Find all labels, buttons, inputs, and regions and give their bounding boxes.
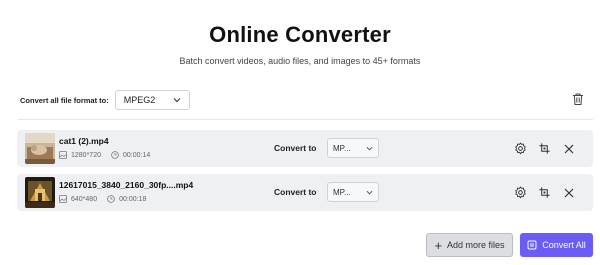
settings-icon[interactable] [514,186,527,199]
convert-icon [527,240,537,250]
file-thumbnail [25,133,55,164]
file-format-value: MP... [333,187,351,197]
file-meta: 640*480 00:00:18 [59,195,146,203]
resolution-icon [59,195,67,203]
resolution-icon [59,151,67,159]
file-format-select[interactable]: MP... [327,138,379,158]
clock-icon [111,151,119,159]
close-icon[interactable] [562,142,575,155]
convert-all-button[interactable]: Convert All [520,233,593,257]
format-select[interactable]: MPEG2 [114,90,191,110]
file-resolution: 640*480 [71,195,98,203]
chevron-down-icon [173,96,181,104]
chevron-down-icon [366,145,373,152]
format-bar-label: Convert all file format to: [20,95,109,105]
format-bar: Convert all file format to: MPEG2 [20,90,191,110]
file-row: cat1 (2).mp4 1280*720 00:00:14 Convert t… [17,130,593,167]
close-icon[interactable] [562,186,575,199]
settings-icon[interactable] [514,142,527,155]
trash-icon[interactable] [571,92,585,106]
page-title: Online Converter [209,22,391,47]
file-format-value: MP... [333,143,351,153]
page-subtitle: Batch convert videos, audio files, and i… [179,56,421,66]
file-resolution: 1280*720 [71,151,101,159]
add-more-files-label: Add more files [447,240,505,250]
divider [18,119,593,120]
format-select-value: MPEG2 [123,95,156,105]
file-name: 12617015_3840_2160_30fp....mp4 [59,180,194,190]
chevron-down-icon [366,189,373,196]
convert-all-label: Convert All [542,240,586,250]
file-row: 12617015_3840_2160_30fp....mp4 640*480 0… [17,174,593,211]
plus-icon: + [434,237,443,253]
file-name: cat1 (2).mp4 [59,136,109,146]
file-format-select[interactable]: MP... [327,182,379,202]
file-duration: 00:00:14 [122,151,151,159]
edit-icon[interactable] [538,186,551,199]
convert-to-label: Convert to [274,143,317,153]
file-meta: 1280*720 00:00:14 [59,151,150,159]
file-duration: 00:00:18 [119,195,147,203]
edit-icon[interactable] [538,142,551,155]
add-more-files-button[interactable]: + Add more files [426,233,513,257]
file-thumbnail [25,177,55,208]
clock-icon [107,195,115,203]
convert-to-label: Convert to [274,187,317,197]
